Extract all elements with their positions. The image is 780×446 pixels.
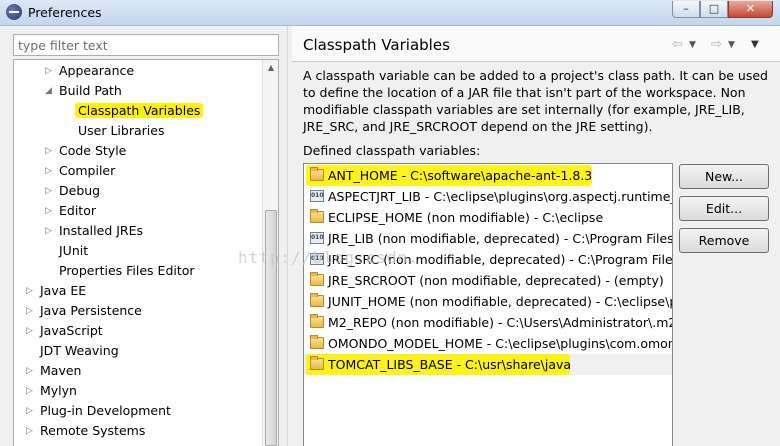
jar-icon: 010 <box>310 190 324 202</box>
list-item[interactable]: 010 ASPECTJRT_LIB - C:\eclipse\plugins\o… <box>304 186 673 207</box>
tree-item-label: Remote Systems <box>40 423 146 438</box>
expand-arrow-icon[interactable]: ▷ <box>26 301 36 321</box>
tree-item-label: Java EE <box>40 283 87 298</box>
tree-item-label: Properties Files Editor <box>59 263 195 278</box>
edit-button[interactable]: Edit... <box>679 196 769 221</box>
defined-variables-label: Defined classpath variables: <box>303 143 481 158</box>
list-item[interactable]: JUNIT_HOME (non modifiable, deprecated) … <box>304 291 673 312</box>
expand-arrow-icon[interactable]: ▷ <box>45 221 55 241</box>
folder-icon <box>310 167 324 181</box>
tree-item-label: JavaScript <box>40 323 103 338</box>
expand-arrow-icon[interactable]: ▷ <box>45 141 55 161</box>
expand-arrow-icon[interactable]: ▷ <box>26 381 36 401</box>
list-item[interactable]: JRE_SRCROOT (non modifiable, deprecated)… <box>304 270 672 291</box>
variable-text: ECLIPSE_HOME (non modifiable) - C:\eclip… <box>328 210 604 225</box>
watermark: http://blog.csdn. <box>238 248 419 267</box>
variable-text: JRE_LIB (non modifiable, deprecated) - C… <box>328 231 673 246</box>
tree-item-label: Compiler <box>59 163 116 178</box>
back-dropdown-icon[interactable]: ▼ <box>689 38 696 52</box>
variable-text: ASPECTJRT_LIB - C:\eclipse\plugins\org.a… <box>328 189 673 204</box>
variable-text: JUNIT_HOME (non modifiable, deprecated) … <box>328 294 673 309</box>
close-button[interactable]: ✕ <box>728 1 773 18</box>
scroll-up-icon[interactable]: ▲ <box>263 60 279 76</box>
tree-item-label: Classpath Variables <box>75 103 204 118</box>
expand-arrow-icon[interactable]: ▷ <box>45 161 55 181</box>
folder-icon <box>310 293 324 307</box>
list-item[interactable]: ECLIPSE_HOME (non modifiable) - C:\eclip… <box>304 207 672 228</box>
tree-item-label: Debug <box>59 183 101 198</box>
forward-dropdown-icon[interactable]: ▼ <box>728 38 735 52</box>
tree-item-label: Mylyn <box>40 383 77 398</box>
folder-icon <box>310 335 324 349</box>
tree-item-label: Installed JREs <box>59 223 144 238</box>
expand-arrow-icon[interactable]: ▷ <box>45 201 55 221</box>
variable-text: M2_REPO (non modifiable) - C:\Users\Admi… <box>328 315 673 330</box>
tree-item-user-libraries[interactable]: User Libraries <box>78 121 164 141</box>
window-title: Preferences <box>28 5 102 20</box>
list-item[interactable]: TOMCAT_LIBS_BASE - C:\usr\share\java <box>304 354 672 375</box>
tree-item-label: Code Style <box>59 143 127 158</box>
filter-input[interactable]: type filter text <box>13 34 279 56</box>
tree-item-jdt-weaving[interactable]: JDT Weaving <box>40 341 119 361</box>
tree-item-label: Maven <box>40 363 82 378</box>
expand-arrow-icon[interactable]: ▷ <box>26 421 36 441</box>
tree-item-label: JDT Weaving <box>40 343 119 358</box>
list-item[interactable]: ANT_HOME - C:\software\apache-ant-1.8.3 <box>304 165 672 186</box>
expand-arrow-icon[interactable]: ▷ <box>45 181 55 201</box>
expand-arrow-icon[interactable]: ▷ <box>26 401 36 421</box>
tree-item-label: Build Path <box>59 83 122 98</box>
scrollbar-thumb[interactable] <box>265 210 277 446</box>
back-icon[interactable]: ⇦ <box>672 38 683 52</box>
tree-item-label: JUnit <box>59 243 89 258</box>
tree-item-junit[interactable]: JUnit <box>59 241 88 261</box>
page-header: Classpath Variables ⇦ ▼ ⇨ ▼ ▼ <box>292 26 780 62</box>
variable-text: JRE_SRCROOT (non modifiable, deprecated)… <box>328 273 664 288</box>
eclipse-icon <box>6 4 22 20</box>
remove-button[interactable]: Remove <box>679 228 769 253</box>
list-item[interactable]: OMONDO_MODEL_HOME - C:\eclipse\plugins\c… <box>304 333 673 354</box>
view-menu-icon[interactable]: ▼ <box>751 38 759 52</box>
forward-icon[interactable]: ⇨ <box>711 38 722 52</box>
tree-item-label: Plug-in Development <box>40 403 171 418</box>
folder-icon <box>310 209 324 223</box>
expand-arrow-icon[interactable]: ▷ <box>26 361 36 381</box>
folder-icon <box>310 272 324 286</box>
folder-icon <box>310 314 324 328</box>
expand-arrow-icon[interactable]: ▷ <box>26 281 36 301</box>
title-bar: Preferences – □ ✕ <box>0 0 780 26</box>
page-description: A classpath variable can be added to a p… <box>303 68 768 134</box>
jar-icon: 010 <box>310 232 324 244</box>
tree-item-classpath-variables[interactable]: Classpath Variables <box>75 101 204 121</box>
page-title: Classpath Variables <box>303 36 450 54</box>
tree-item-label: Java Persistence <box>40 303 142 318</box>
expand-arrow-icon[interactable]: ▷ <box>45 61 55 81</box>
tree-item-label: Editor <box>59 203 96 218</box>
tree-item-properties-files-editor[interactable]: Properties Files Editor <box>59 261 195 281</box>
maximize-button[interactable]: □ <box>700 1 728 18</box>
variable-text: OMONDO_MODEL_HOME - C:\eclipse\plugins\c… <box>328 336 673 351</box>
classpath-variables-list[interactable]: ANT_HOME - C:\software\apache-ant-1.8.3 … <box>303 163 673 446</box>
collapse-arrow-icon[interactable]: ◢ <box>45 81 55 101</box>
folder-icon <box>310 356 324 370</box>
expand-arrow-icon[interactable]: ▷ <box>26 321 36 341</box>
pane-divider[interactable] <box>287 26 291 446</box>
new-button[interactable]: New... <box>679 164 769 189</box>
list-item[interactable]: M2_REPO (non modifiable) - C:\Users\Admi… <box>304 312 673 333</box>
list-item[interactable]: 010 JRE_LIB (non modifiable, deprecated)… <box>304 228 673 249</box>
tree-item-label: Appearance <box>59 63 135 78</box>
variable-text: TOMCAT_LIBS_BASE - C:\usr\share\java <box>328 357 572 372</box>
variable-text: ANT_HOME - C:\software\apache-ant-1.8.3 <box>328 168 593 183</box>
minimize-button[interactable]: – <box>672 1 700 18</box>
tree-item-label: User Libraries <box>78 123 165 138</box>
